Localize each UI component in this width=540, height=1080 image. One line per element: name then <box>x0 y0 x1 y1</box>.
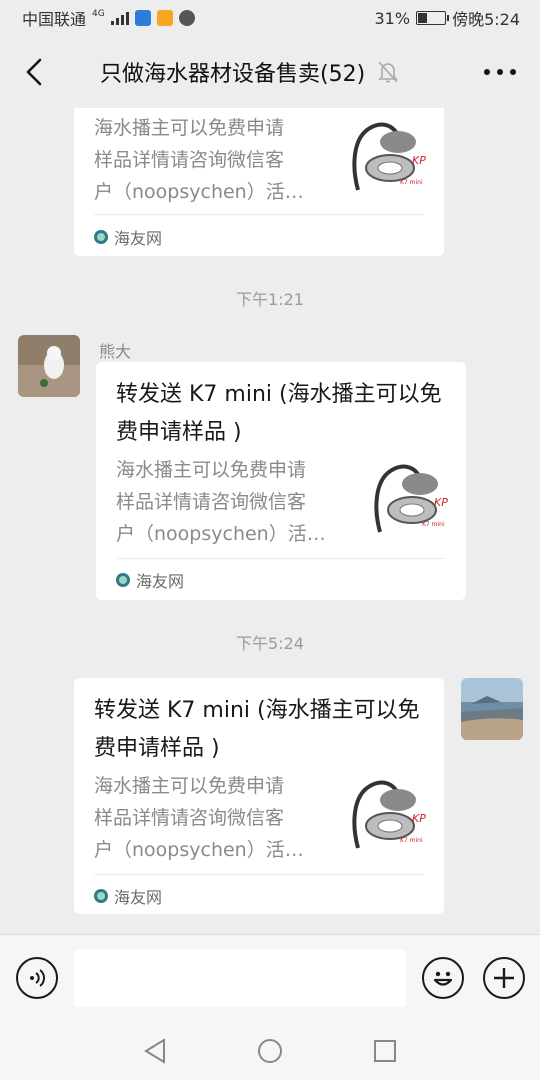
back-button[interactable] <box>14 50 54 94</box>
my-avatar[interactable] <box>461 678 523 740</box>
network-type: 4G <box>92 9 105 19</box>
chat-header: 只做海水器材设备售卖(52) <box>0 36 540 108</box>
card-divider <box>116 558 446 559</box>
sender-avatar-image <box>18 335 80 397</box>
source-logo-icon <box>94 230 108 244</box>
link-card-thumbnail: KP K7 mini <box>350 776 426 856</box>
source-logo-icon <box>116 573 130 587</box>
link-card-thumbnail: KP K7 mini <box>372 460 448 540</box>
link-card[interactable]: 海水播主可以免费申请 样品详情请咨询微信客 户（noopsychen）活… KP… <box>74 108 444 256</box>
message-input[interactable] <box>74 949 406 1007</box>
message-timestamp: 下午5:24 <box>236 634 304 653</box>
system-nav-bar <box>0 1020 540 1080</box>
battery-percent: 31% <box>374 8 411 28</box>
circle-home-icon <box>258 1039 282 1063</box>
link-card[interactable]: 转发送 K7 mini (海水播主可以免费申请样品 ) 海水播主可以免费申请 样… <box>96 362 466 600</box>
beach-avatar-image <box>461 678 523 740</box>
thumb-model: K7 mini <box>422 521 445 528</box>
card-divider <box>94 214 424 215</box>
link-card-source: 海友网 <box>94 884 162 908</box>
voice-button[interactable] <box>16 957 58 999</box>
battery-icon <box>416 11 450 25</box>
source-name: 海友网 <box>114 229 163 248</box>
more-dots-icon <box>484 69 516 75</box>
triangle-back-icon <box>144 1038 165 1064</box>
notification-app-icon <box>156 10 173 26</box>
product-image: KP K7 mini <box>352 780 426 849</box>
source-name: 海友网 <box>136 572 185 591</box>
link-card-description: 海水播主可以免费申请 样品详情请咨询微信客 户（noopsychen）活… <box>94 117 304 203</box>
input-bar <box>0 934 540 1020</box>
avatar[interactable] <box>18 335 80 397</box>
product-image: KP K7 mini <box>352 122 426 191</box>
source-name: 海友网 <box>114 888 163 907</box>
carrier-name: 中国联通 <box>22 10 87 29</box>
link-card-source: 海友网 <box>116 568 184 592</box>
status-bar: 中国联通 4G 31% 傍晚5:24 <box>0 0 540 36</box>
product-image: KP K7 mini <box>374 464 448 533</box>
signal-icon <box>110 11 129 25</box>
chat-title: 只做海水器材设备售卖(52) <box>100 62 366 87</box>
thumb-brand: KP <box>412 154 426 167</box>
nav-home-button[interactable] <box>255 1036 285 1066</box>
message-timestamp: 下午1:21 <box>236 290 304 309</box>
card-divider <box>94 874 424 875</box>
message-list[interactable]: 海水播主可以免费申请 样品详情请咨询微信客 户（noopsychen）活… KP… <box>0 108 540 934</box>
plus-button[interactable] <box>483 957 525 999</box>
clock: 傍晚5:24 <box>452 10 520 29</box>
thumb-model: K7 mini <box>400 837 423 844</box>
thumb-brand: KP <box>434 496 448 509</box>
emoji-button[interactable] <box>422 957 464 999</box>
bell-muted-icon <box>378 61 399 83</box>
link-card-source: 海友网 <box>94 225 162 249</box>
plus-icon <box>494 968 514 988</box>
sender-name: 熊大 <box>99 342 132 361</box>
square-recents-icon <box>374 1040 396 1062</box>
browser-app-icon <box>178 10 195 26</box>
link-card-thumbnail: KP K7 mini <box>350 118 426 198</box>
link-card[interactable]: 转发送 K7 mini (海水播主可以免费申请样品 ) 海水播主可以免费申请 样… <box>74 678 444 914</box>
link-card-title: 转发送 K7 mini (海水播主可以免费申请样品 ) <box>116 382 442 445</box>
shield-app-icon <box>134 10 151 26</box>
thumb-model: K7 mini <box>400 179 423 186</box>
link-card-description: 海水播主可以免费申请 样品详情请咨询微信客 户（noopsychen）活… <box>94 775 304 861</box>
link-card-title: 转发送 K7 mini (海水播主可以免费申请样品 ) <box>94 698 420 761</box>
nav-recents-button[interactable] <box>370 1036 400 1066</box>
source-logo-icon <box>94 889 108 903</box>
thumb-brand: KP <box>412 812 426 825</box>
voice-icon <box>30 969 45 987</box>
nav-back-button[interactable] <box>140 1036 170 1066</box>
more-button[interactable] <box>480 58 520 86</box>
chevron-left-icon <box>26 58 42 86</box>
emoji-icon <box>433 971 453 986</box>
link-card-description: 海水播主可以免费申请 样品详情请咨询微信客 户（noopsychen）活… <box>116 459 326 545</box>
